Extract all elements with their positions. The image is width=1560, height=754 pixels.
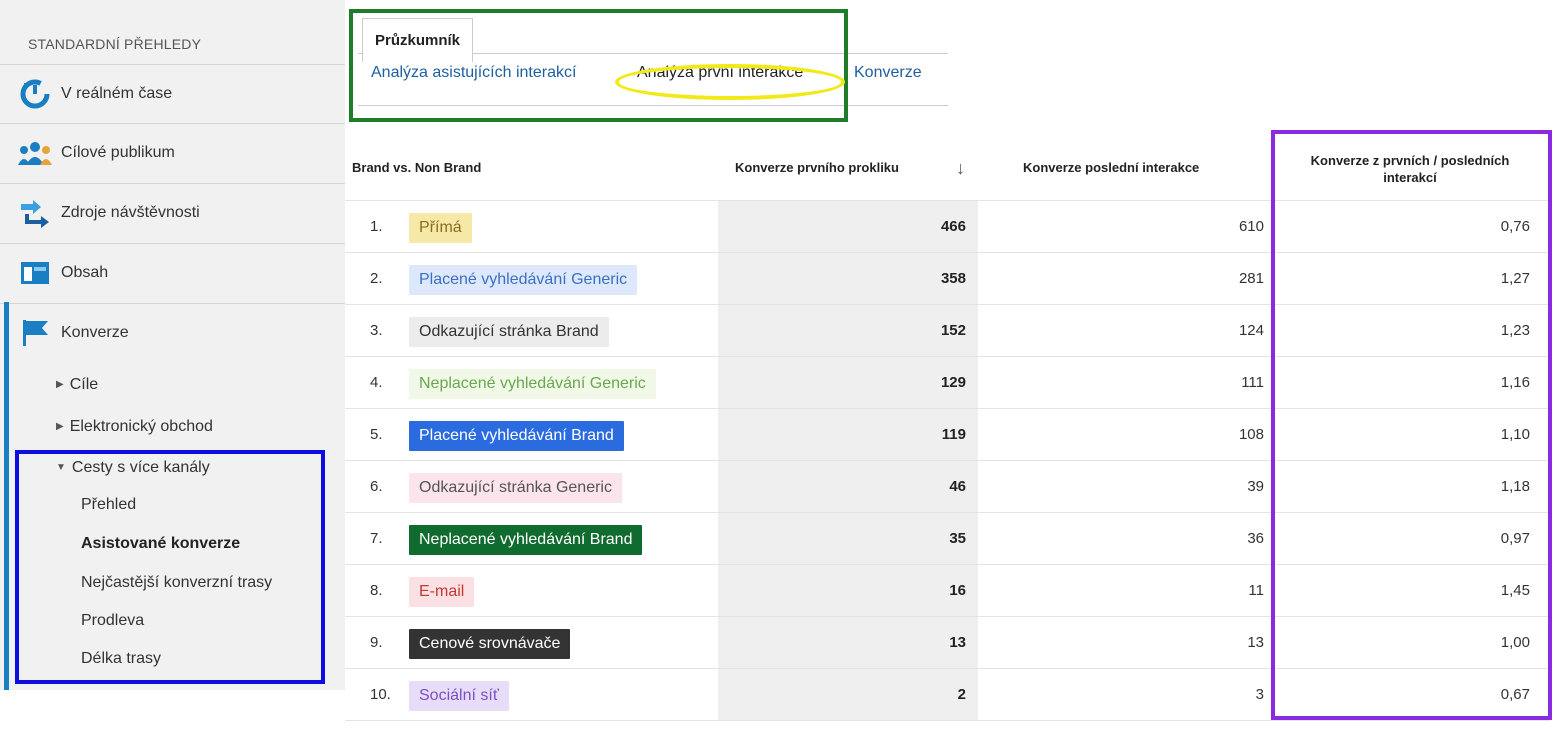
- first-click-conversions-value: 2: [957, 686, 966, 703]
- first-click-conversions-value: 16: [949, 582, 966, 599]
- channel-chip[interactable]: Placené vyhledávání Generic: [409, 265, 638, 295]
- first-click-conversions-value: 152: [940, 322, 966, 339]
- sidebar-item-label: Cílové publikum: [61, 143, 175, 161]
- channel-chip[interactable]: Placené vyhledávání Brand: [409, 421, 624, 451]
- sidebar-item-label: V reálném čase: [61, 84, 173, 102]
- sidebar-title: STANDARDNÍ PŘEHLEDY: [28, 36, 202, 52]
- sidebar-item-label: Konverze: [61, 323, 129, 341]
- active-section-indicator: [4, 302, 9, 690]
- link-conversions[interactable]: Konverze: [854, 64, 922, 82]
- channel-chip[interactable]: Sociální síť: [409, 681, 509, 711]
- sidebar-item-acquisition[interactable]: Zdroje návštěvnosti: [0, 183, 345, 241]
- last-interaction-conversions-value: 11: [1248, 582, 1264, 599]
- sidebar-item-conversions[interactable]: Konverze: [0, 303, 345, 361]
- last-interaction-conversions-value: 36: [1247, 530, 1264, 547]
- flag-icon: [17, 318, 53, 348]
- row-number: 9.: [370, 634, 383, 651]
- column-header-last-interaction[interactable]: Konverze poslední interakce: [1023, 160, 1199, 175]
- channel-chip[interactable]: Neplacené vyhledávání Generic: [409, 369, 656, 399]
- first-click-conversions-value: 46: [949, 478, 966, 495]
- row-number: 5.: [370, 426, 383, 443]
- last-interaction-conversions-value: 108: [1238, 426, 1264, 443]
- content-icon: [17, 258, 53, 288]
- channel-chip[interactable]: Neplacené vyhledávání Brand: [409, 525, 643, 555]
- first-click-conversions-value: 35: [949, 530, 966, 547]
- last-interaction-conversions-value: 13: [1247, 634, 1264, 651]
- row-number: 1.: [370, 218, 383, 235]
- channel-chip[interactable]: Odkazující stránka Generic: [409, 473, 622, 503]
- column-header-first-click[interactable]: Konverze prvního prokliku: [735, 160, 899, 175]
- sidebar-sub-ecommerce[interactable]: ▶ Elektronický obchod: [56, 418, 213, 436]
- sidebar-item-content[interactable]: Obsah: [0, 243, 345, 301]
- sidebar-item-audience[interactable]: Cílové publikum: [0, 123, 345, 181]
- row-number: 2.: [370, 270, 383, 287]
- acquisition-icon: [17, 198, 53, 228]
- sidebar-sub-goals[interactable]: ▶ Cíle: [56, 376, 98, 394]
- row-number: 7.: [370, 530, 383, 547]
- channel-chip[interactable]: E-mail: [409, 577, 475, 607]
- realtime-icon: [17, 79, 53, 109]
- column-header-dimension[interactable]: Brand vs. Non Brand: [352, 160, 481, 175]
- first-click-conversions-value: 129: [940, 374, 966, 391]
- caret-right-icon: ▶: [56, 421, 64, 432]
- last-interaction-conversions-value: 281: [1238, 270, 1264, 287]
- first-click-conversions-value: 13: [949, 634, 966, 651]
- row-number: 4.: [370, 374, 383, 391]
- first-click-conversions-value: 358: [940, 270, 966, 287]
- row-number: 10.: [370, 686, 391, 703]
- caret-right-icon: ▶: [56, 379, 64, 390]
- last-interaction-conversions-value: 111: [1241, 374, 1264, 391]
- channel-chip[interactable]: Cenové srovnávače: [409, 629, 571, 659]
- sidebar-item-label: Zdroje návštěvnosti: [61, 203, 200, 221]
- last-interaction-conversions-value: 39: [1247, 478, 1264, 495]
- last-interaction-conversions-value: 3: [1255, 686, 1264, 703]
- last-interaction-conversions-value: 610: [1238, 218, 1264, 235]
- first-click-conversions-value: 119: [941, 426, 966, 443]
- highlight-box-blue: [15, 450, 325, 684]
- sidebar-item-realtime[interactable]: V reálném čase: [0, 64, 345, 122]
- row-number: 3.: [370, 322, 383, 339]
- highlight-box-purple: [1271, 130, 1552, 720]
- row-number: 8.: [370, 582, 383, 599]
- channel-chip[interactable]: Přímá: [409, 213, 472, 243]
- audience-icon: [17, 138, 53, 168]
- sidebar-item-label: Obsah: [61, 263, 109, 281]
- row-divider: [345, 720, 1550, 721]
- sort-descending-icon[interactable]: ↓: [956, 158, 965, 179]
- highlight-ellipse-yellow: [615, 64, 845, 100]
- last-interaction-conversions-value: 124: [1238, 322, 1264, 339]
- first-click-conversions-value: 466: [940, 218, 966, 235]
- channel-chip[interactable]: Odkazující stránka Brand: [409, 317, 609, 347]
- row-number: 6.: [370, 478, 383, 495]
